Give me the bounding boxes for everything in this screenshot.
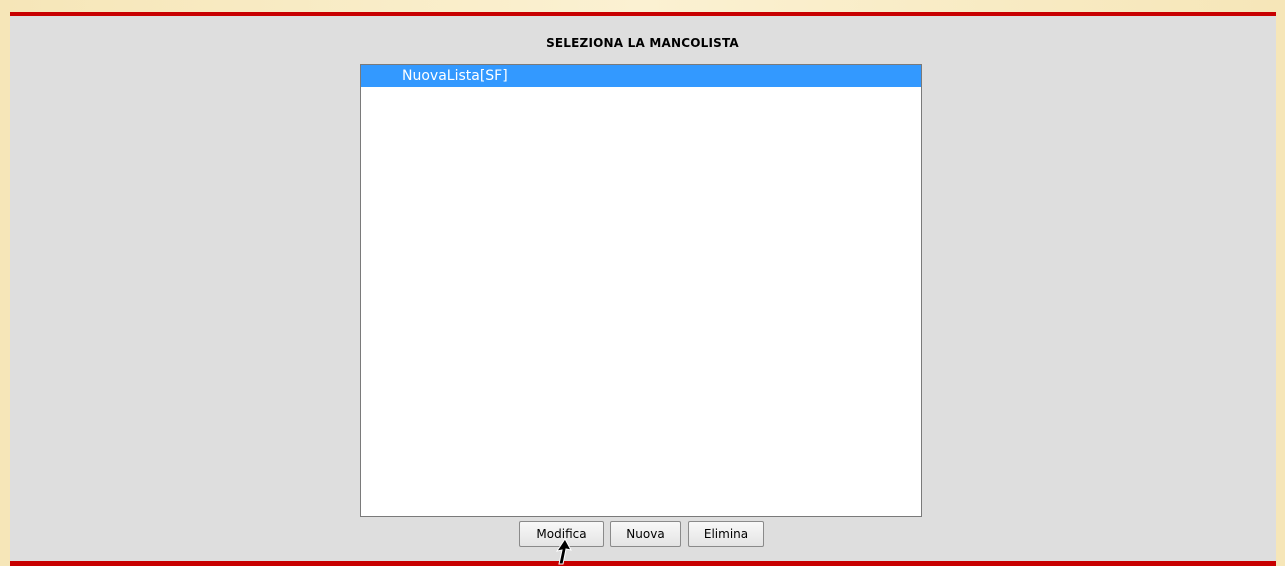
page: SELEZIONA LA MANCOLISTA NuovaLista[SF] M… — [0, 0, 1285, 566]
list-item[interactable]: NuovaLista[SF] — [361, 65, 921, 87]
list-item-label: NuovaLista[SF] — [402, 68, 508, 84]
top-red-rule — [10, 12, 1276, 16]
mancolista-listbox[interactable]: NuovaLista[SF] — [360, 64, 922, 517]
elimina-button[interactable]: Elimina — [688, 521, 764, 547]
button-bar: Modifica Nuova Elimina — [0, 521, 1285, 547]
bottom-red-rule — [10, 561, 1276, 566]
page-title: SELEZIONA LA MANCOLISTA — [546, 36, 739, 50]
modifica-button[interactable]: Modifica — [519, 521, 604, 547]
nuova-button[interactable]: Nuova — [610, 521, 681, 547]
